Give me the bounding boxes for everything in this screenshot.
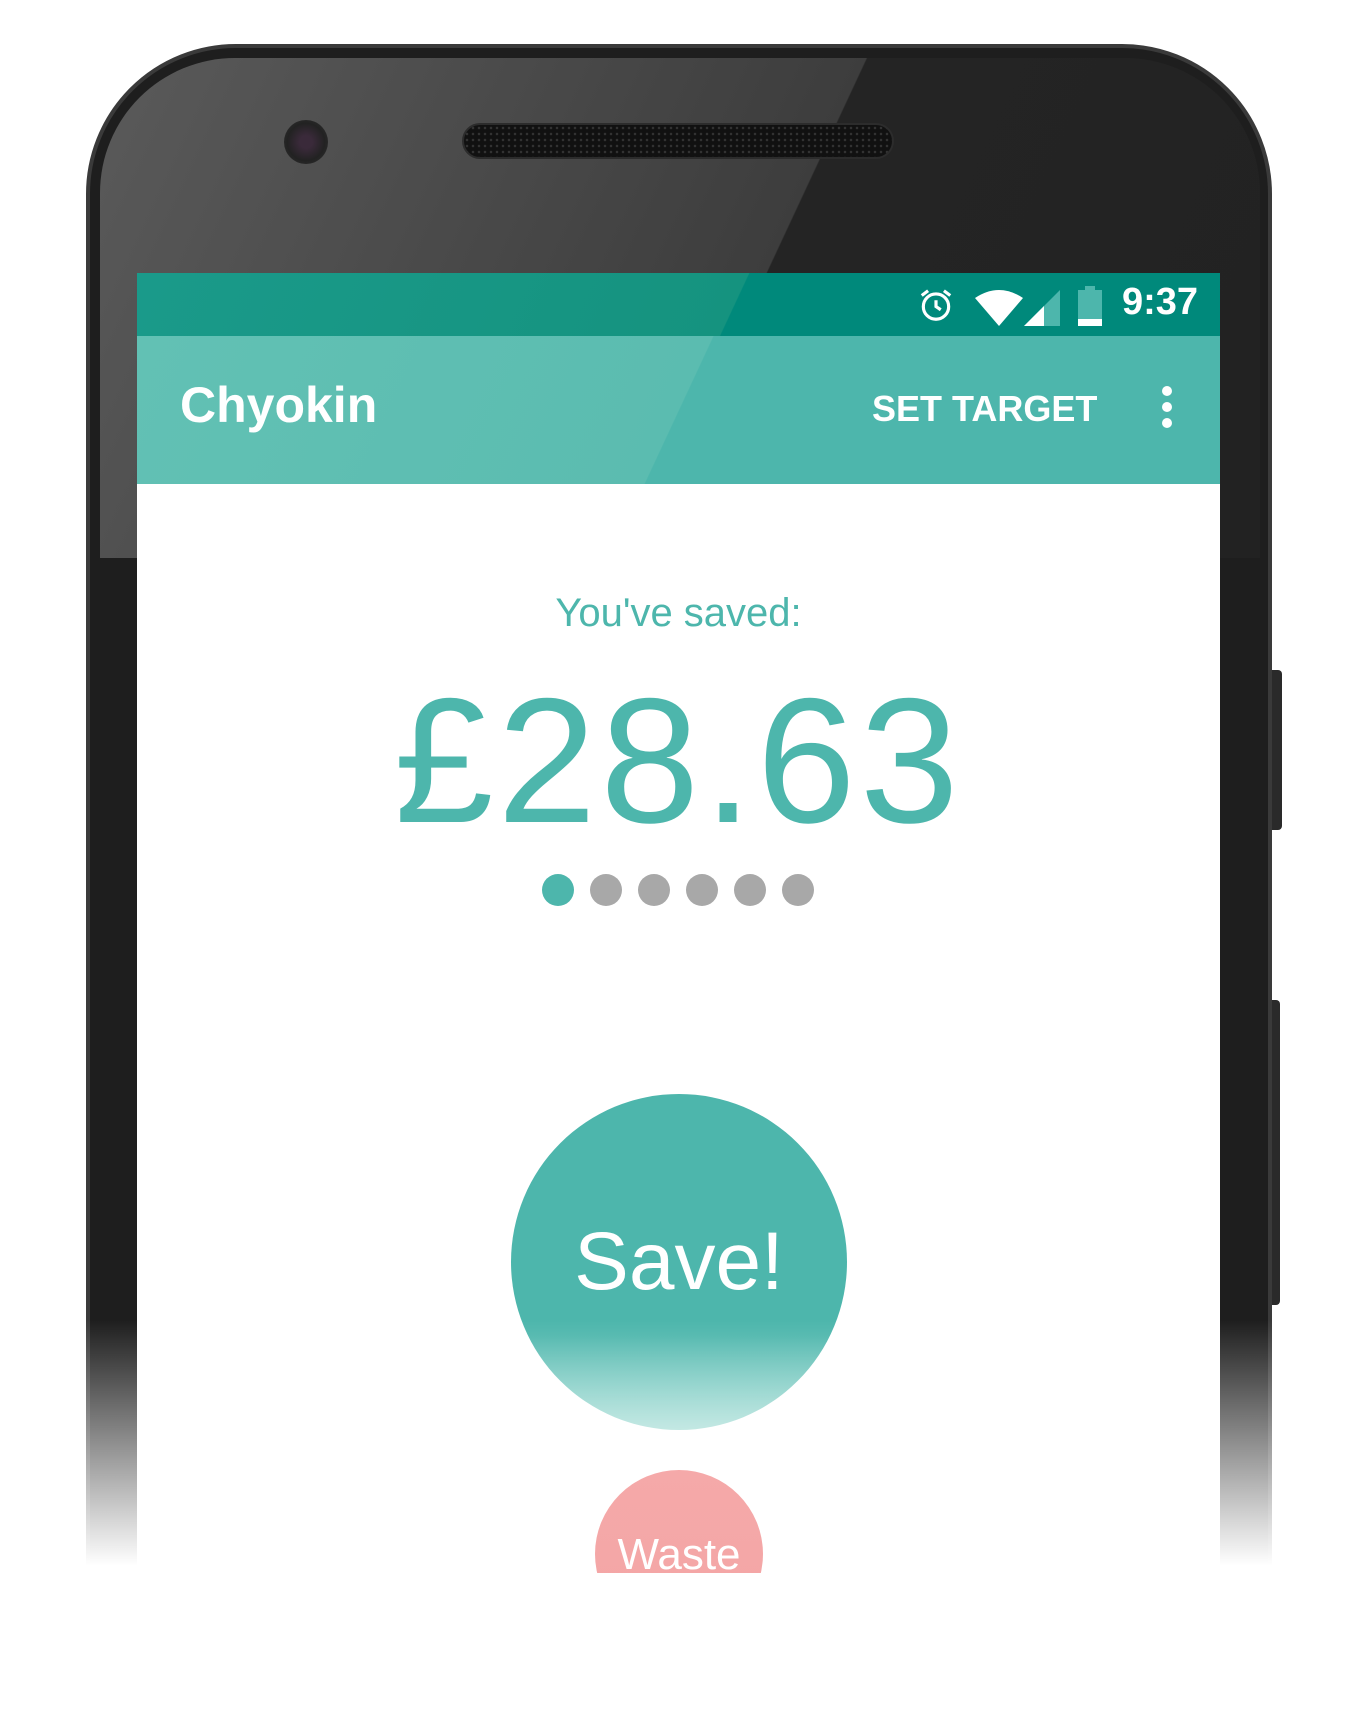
waste-label: Waste: [617, 1530, 741, 1573]
speaker-grille: [462, 123, 894, 159]
more-vert-icon[interactable]: [1157, 386, 1177, 434]
battery-icon: [1078, 286, 1102, 326]
saved-amount: £28.63: [394, 661, 963, 860]
app-title: Chyokin: [180, 377, 378, 433]
volume-button: [1272, 1000, 1280, 1305]
page-indicator: [542, 874, 814, 906]
page-dot[interactable]: [686, 874, 718, 906]
save-label: Save!: [574, 1216, 784, 1307]
power-button: [1272, 670, 1282, 830]
page-dot[interactable]: [734, 874, 766, 906]
page-dot[interactable]: [638, 874, 670, 906]
status-bar: 9:37: [137, 273, 1220, 336]
cell-signal-icon: [1024, 290, 1060, 326]
wifi-icon: [975, 290, 1023, 326]
page-dot[interactable]: [590, 874, 622, 906]
page-dot[interactable]: [542, 874, 574, 906]
set-target-button[interactable]: SET TARGET: [872, 388, 1097, 430]
saved-label: You've saved:: [555, 591, 802, 635]
alarm-icon: [920, 289, 952, 321]
page-dot[interactable]: [782, 874, 814, 906]
front-camera: [284, 120, 328, 164]
status-time: 9:37: [1121, 281, 1198, 323]
app-bar: Chyokin SET TARGET: [137, 336, 1220, 484]
